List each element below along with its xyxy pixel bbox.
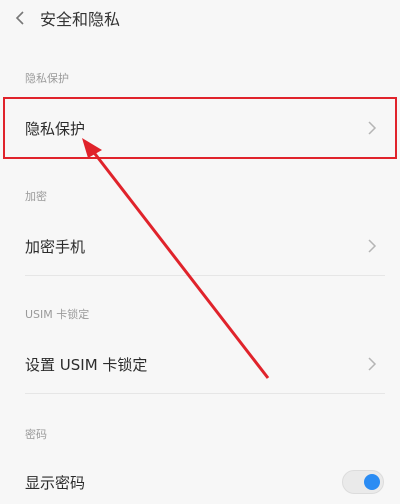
annotation-highlight-box <box>3 97 397 159</box>
encrypt-phone-item[interactable]: 加密手机 <box>0 218 400 274</box>
section-label-privacy: 隐私保护 <box>25 72 69 85</box>
header: 安全和隐私 <box>0 0 400 36</box>
chevron-right-icon <box>358 232 386 260</box>
back-button[interactable] <box>0 0 40 36</box>
section-label-encryption: 加密 <box>25 190 47 203</box>
section-label-usim: USIM 卡锁定 <box>25 308 90 321</box>
screen: 安全和隐私 隐私保护 隐私保护 加密 加密手机 USIM 卡锁定 设置 USIM… <box>0 0 400 504</box>
chevron-right-icon <box>358 350 386 378</box>
encrypt-phone-label: 加密手机 <box>25 237 86 256</box>
show-password-item: 显示密码 <box>0 454 400 504</box>
divider <box>25 393 385 394</box>
show-password-toggle[interactable] <box>342 470 384 494</box>
chevron-left-icon <box>15 11 24 25</box>
toggle-knob <box>364 474 380 490</box>
usim-lock-label: 设置 USIM 卡锁定 <box>25 355 148 374</box>
usim-lock-item[interactable]: 设置 USIM 卡锁定 <box>0 336 400 392</box>
section-label-password: 密码 <box>25 428 47 441</box>
page-title: 安全和隐私 <box>40 10 121 29</box>
divider <box>25 275 385 276</box>
